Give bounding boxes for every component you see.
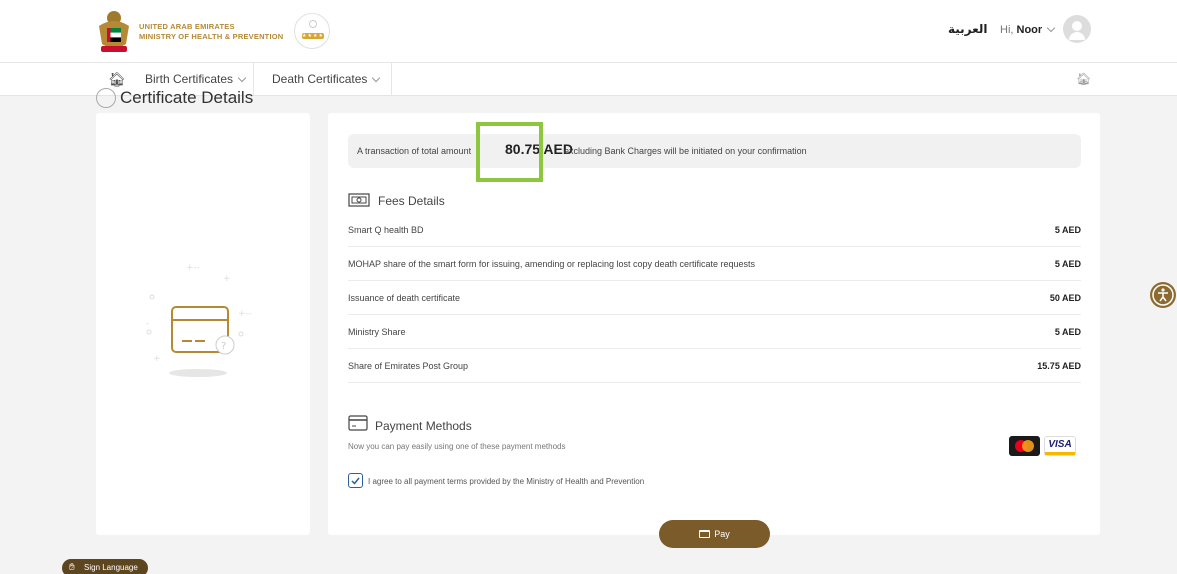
illustration-card: ? +-- + +-- - + (96, 113, 310, 535)
pay-button[interactable]: Pay (659, 520, 770, 548)
fee-label: Smart Q health BD (348, 225, 424, 235)
sign-language-button[interactable]: ✋︎ Sign Language (62, 559, 148, 574)
fee-value: 50 AED (1049, 293, 1081, 303)
transaction-notice: A transaction of total amount 80.75 AED … (348, 134, 1081, 168)
fee-row: MOHAP share of the smart form for issuin… (348, 247, 1081, 281)
svg-text:+: + (223, 274, 231, 284)
sign-language-hand-icon: ✋︎ (69, 562, 75, 573)
fee-row: Ministry Share 5 AED (348, 315, 1081, 349)
credit-card-icon (699, 530, 711, 538)
language-toggle[interactable]: العربية (948, 22, 988, 36)
uae-emblem-logo[interactable] (95, 8, 133, 54)
fee-row: Smart Q health BD 5 AED (348, 213, 1081, 247)
svg-text:+--: +-- (186, 263, 200, 273)
badge-emblem-icon (309, 20, 317, 28)
avatar[interactable] (1063, 15, 1091, 43)
agree-terms-label: I agree to all payment terms provided by… (368, 477, 645, 486)
visa-icon[interactable]: VISA (1044, 436, 1076, 456)
notice-prefix: A transaction of total amount (357, 146, 472, 156)
fee-label: Share of Emirates Post Group (348, 361, 469, 371)
fee-value: 5 AED (1054, 259, 1081, 269)
accessibility-figure-icon (1152, 284, 1174, 306)
stars-icon: ★★★★ (302, 33, 324, 39)
fee-value: 15.75 AED (1037, 361, 1081, 371)
svg-text:?: ? (221, 341, 226, 352)
mastercard-icon[interactable] (1009, 436, 1040, 456)
sign-language-label: Sign Language (84, 563, 138, 572)
pay-label: Pay (714, 529, 730, 539)
nav-overlay (0, 63, 1177, 88)
payment-card-illustration-icon: ? +-- + +-- - + (146, 263, 252, 377)
fee-label: Issuance of death certificate (348, 293, 461, 303)
fees-title: Fees Details (378, 194, 445, 208)
amount-highlight-box (476, 122, 543, 182)
fee-label: MOHAP share of the smart form for issuin… (348, 259, 756, 269)
agree-terms-checkbox[interactable] (348, 473, 363, 488)
payment-details-card: A transaction of total amount 80.75 AED … (328, 113, 1100, 535)
header: UNITED ARAB EMIRATES MINISTRY OF HEALTH … (0, 0, 1177, 63)
fee-label: Ministry Share (348, 327, 406, 337)
chevron-down-icon (1046, 23, 1056, 33)
brand-name: UNITED ARAB EMIRATES MINISTRY OF HEALTH … (139, 22, 284, 41)
page-title: Certificate Details (120, 88, 254, 107)
svg-text:-: - (146, 319, 149, 329)
notice-suffix: excluding Bank Charges will be initiated… (564, 146, 807, 156)
credit-card-icon (348, 415, 368, 431)
mastercard-circle-orange (1022, 440, 1034, 452)
fee-value: 5 AED (1054, 225, 1081, 235)
fee-row: Issuance of death certificate 50 AED (348, 281, 1081, 315)
payment-methods-title: Payment Methods (375, 419, 472, 433)
payment-methods-subtitle: Now you can pay easily using one of thes… (348, 442, 566, 451)
svg-text:+: + (153, 354, 161, 364)
fee-value: 5 AED (1054, 327, 1081, 337)
money-icon (348, 193, 370, 207)
checkmark-icon (351, 477, 360, 485)
rating-badge: ★★★★ (294, 13, 330, 49)
fee-row: Share of Emirates Post Group 15.75 AED (348, 349, 1081, 383)
user-menu[interactable]: Hi, Noor (1000, 23, 1056, 36)
accessibility-icon[interactable] (1150, 282, 1176, 308)
svg-text:+--: +-- (238, 309, 252, 319)
back-arrow-icon[interactable] (96, 88, 116, 108)
